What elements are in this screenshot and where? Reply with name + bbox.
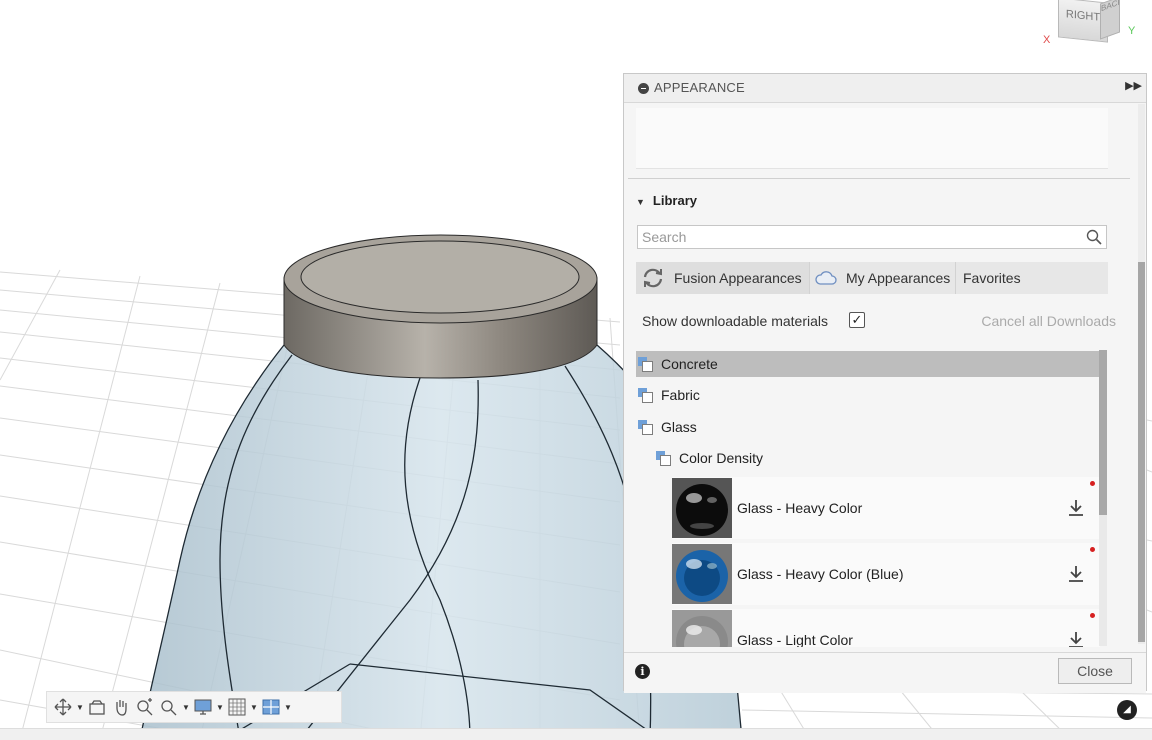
folder-icon	[638, 419, 653, 435]
tab-my-appearances[interactable]: My Appearances	[810, 262, 956, 294]
zoom-dropdown-caret[interactable]: ▼	[181, 703, 191, 712]
material-item-glass-light-color[interactable]: Glass - Light Color	[672, 609, 1100, 647]
section-divider	[628, 178, 1130, 179]
download-status-dot	[1090, 613, 1095, 618]
material-name: Glass - Heavy Color (Blue)	[737, 566, 904, 582]
material-item-glass-heavy-color[interactable]: Glass - Heavy Color	[672, 477, 1100, 539]
panel-scrollbar-thumb[interactable]	[1138, 262, 1145, 642]
folder-icon	[638, 387, 653, 403]
info-icon[interactable]: i	[635, 664, 650, 679]
grid-settings-icon[interactable]	[225, 694, 249, 720]
axis-x-label: X	[1043, 34, 1051, 46]
tree-item-label: Color Density	[679, 450, 764, 466]
refresh-icon[interactable]	[641, 267, 665, 289]
close-button[interactable]: Close	[1058, 658, 1132, 684]
library-tabs: Fusion Appearances My Appearances Favori…	[636, 262, 1108, 294]
material-name: Glass - Light Color	[737, 632, 853, 647]
material-item-glass-heavy-color-blue[interactable]: Glass - Heavy Color (Blue)	[672, 543, 1100, 605]
download-icon[interactable]	[1068, 499, 1084, 517]
tree-scrollbar[interactable]	[1099, 350, 1107, 646]
status-bar	[0, 728, 1152, 740]
download-status-dot	[1090, 547, 1095, 552]
tree-item-glass[interactable]: Glass	[636, 414, 1100, 440]
tab-label: Fusion Appearances	[674, 270, 802, 286]
grid-dropdown-caret[interactable]: ▼	[249, 703, 259, 712]
display-dropdown-caret[interactable]: ▼	[215, 703, 225, 712]
library-label: Library	[652, 193, 697, 208]
tab-label: Favorites	[963, 270, 1021, 286]
search-box[interactable]	[637, 225, 1107, 249]
download-icon[interactable]	[1068, 565, 1084, 583]
tree-item-label: Concrete	[661, 356, 718, 372]
autodesk-logo-icon: ◢	[1117, 700, 1137, 720]
material-thumbnail	[672, 610, 732, 647]
material-thumbnail	[672, 544, 732, 604]
viewcube-face-back[interactable]: BACK	[1100, 0, 1120, 40]
library-section-header[interactable]: ▼ Library	[636, 193, 697, 208]
show-downloadable-label: Show downloadable materials	[642, 313, 828, 329]
collapse-icon[interactable]	[638, 83, 649, 94]
show-downloadable-checkbox[interactable]: ✓	[849, 312, 865, 328]
tree-item-fabric[interactable]: Fabric	[636, 382, 1100, 408]
material-tree: Concrete Fabric Glass Color Density Glas…	[636, 351, 1100, 647]
in-this-design-area	[636, 108, 1108, 169]
tab-favorites[interactable]: Favorites	[956, 262, 1036, 294]
tree-item-color-density[interactable]: Color Density	[636, 445, 1100, 471]
cloud-icon	[815, 270, 837, 286]
download-status-dot	[1090, 481, 1095, 486]
panel-title: APPEARANCE	[654, 80, 745, 95]
material-thumbnail	[672, 478, 732, 538]
viewcube[interactable]: RIGHT BACK X Y	[1040, 0, 1140, 55]
panel-header[interactable]: APPEARANCE ▶▶	[624, 74, 1146, 103]
tab-label: My Appearances	[846, 270, 951, 286]
tree-item-label: Fabric	[661, 387, 700, 403]
fit-icon[interactable]	[157, 694, 181, 720]
folder-icon	[656, 450, 671, 466]
tab-fusion-appearances[interactable]: Fusion Appearances	[636, 262, 810, 294]
material-name: Glass - Heavy Color	[737, 500, 863, 516]
cancel-all-downloads-link[interactable]: Cancel all Downloads	[981, 313, 1116, 329]
search-input[interactable]	[640, 226, 1074, 248]
tree-item-label: Glass	[661, 419, 697, 435]
panel-scrollbar[interactable]	[1138, 104, 1145, 644]
appearance-panel: APPEARANCE ▶▶ ▼ Library Fusion Appearance…	[623, 73, 1147, 693]
navigation-toolbar: ▼ ▼ ▼ ▼ ▼	[46, 691, 342, 723]
viewports-dropdown-caret[interactable]: ▼	[283, 703, 293, 712]
display-settings-icon[interactable]	[191, 694, 215, 720]
expand-panel-icon[interactable]: ▶▶	[1125, 79, 1142, 92]
search-icon[interactable]	[1086, 229, 1102, 245]
panel-footer: i Close	[624, 652, 1146, 693]
look-at-icon[interactable]	[85, 694, 109, 720]
triangle-down-icon[interactable]: ▼	[636, 197, 645, 207]
tree-item-concrete[interactable]: Concrete	[636, 351, 1100, 377]
viewports-icon[interactable]	[259, 694, 283, 720]
tree-scrollbar-thumb[interactable]	[1099, 350, 1107, 515]
zoom-icon[interactable]	[133, 694, 157, 720]
pan-icon[interactable]	[109, 694, 133, 720]
orbit-dropdown-caret[interactable]: ▼	[75, 703, 85, 712]
axis-y-label: Y	[1128, 25, 1136, 37]
download-icon[interactable]	[1068, 631, 1084, 647]
downloadable-toggle-row: Show downloadable materials ✓ Cancel all…	[642, 311, 1116, 331]
orbit-icon[interactable]	[51, 694, 75, 720]
folder-icon	[638, 356, 653, 372]
